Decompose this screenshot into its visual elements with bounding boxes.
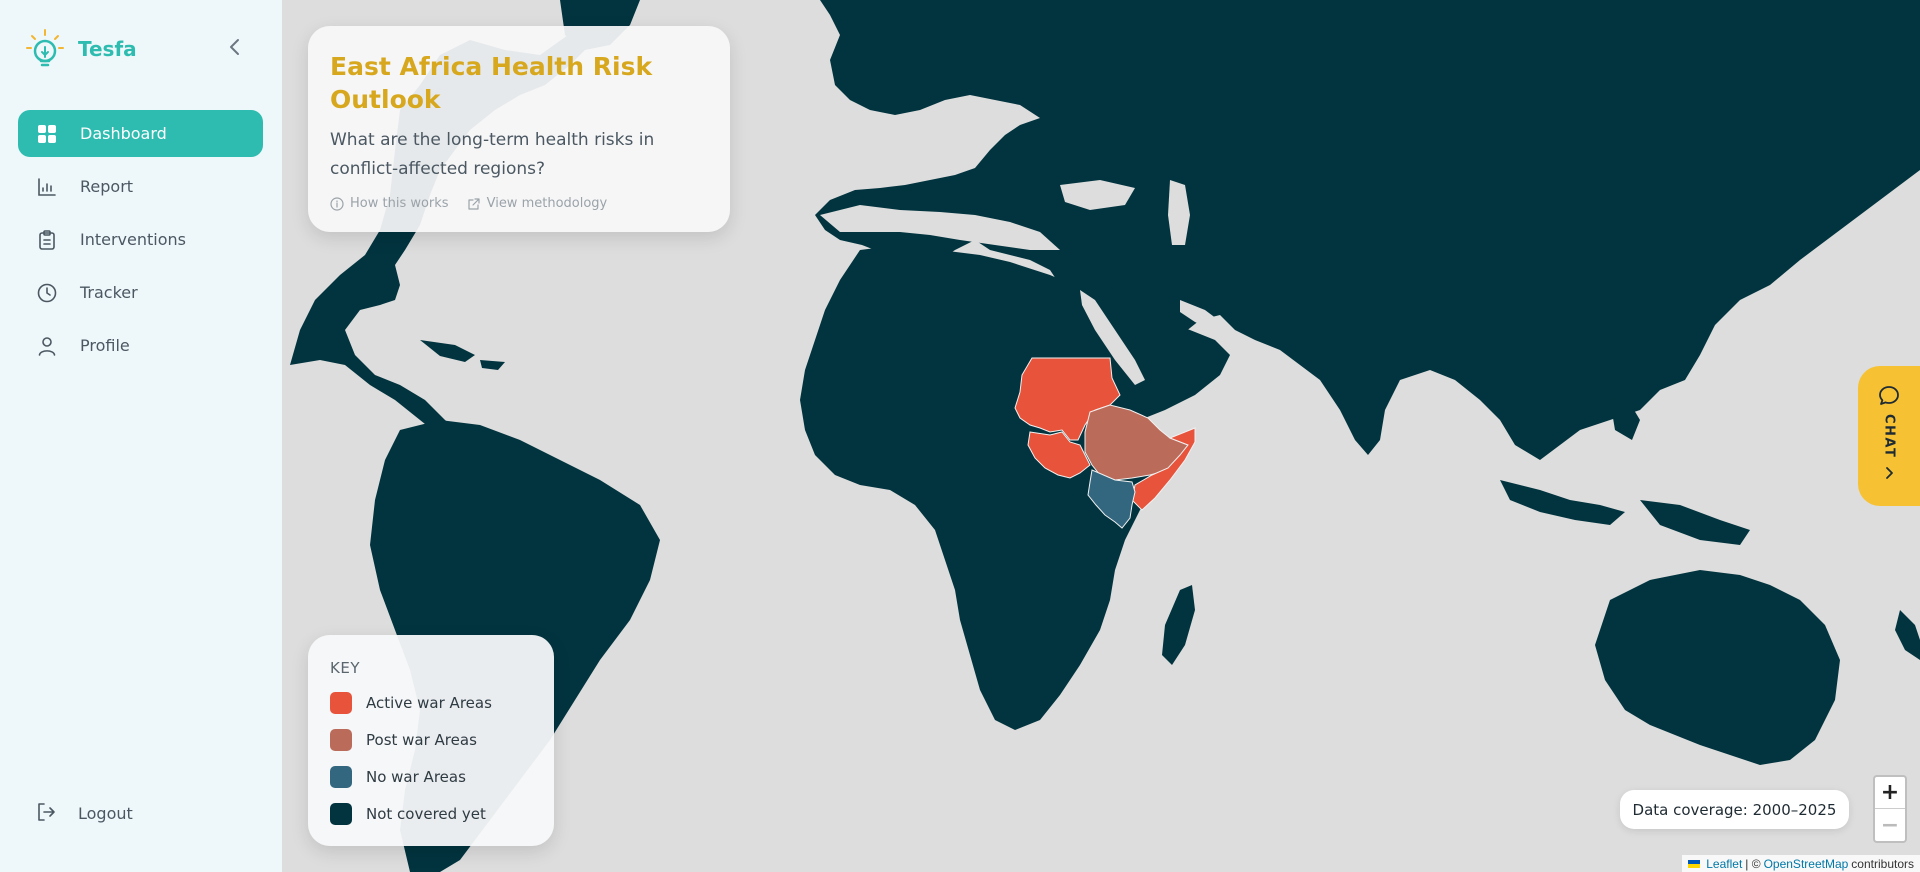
view-methodology-label: View methodology [486, 196, 608, 211]
sidebar-item-label: Report [80, 177, 134, 196]
legend-label: Not covered yet [366, 805, 486, 823]
chat-label: CHAT [1881, 414, 1897, 459]
chat-bubble-icon [1879, 386, 1899, 405]
sidebar-item-label: Profile [80, 336, 130, 355]
brand[interactable]: Tesfa [24, 28, 137, 70]
how-this-works-link[interactable]: How this works [330, 196, 449, 211]
legend-label: Active war Areas [366, 694, 492, 712]
leaflet-link[interactable]: Leaflet [1706, 857, 1742, 871]
bar-chart-icon [36, 176, 58, 198]
lightbulb-icon [26, 29, 64, 67]
legend-title: KEY [330, 659, 360, 677]
attribution-separator: | © [1745, 856, 1761, 871]
chevron-right-icon [1886, 467, 1893, 480]
zoom-in-button[interactable]: + [1875, 777, 1905, 809]
title-card-links: How this works View methodology [330, 196, 708, 211]
legend-swatch-not-covered [330, 803, 352, 825]
sidebar-item-interventions[interactable]: Interventions [18, 216, 263, 263]
legend-label: No war Areas [366, 768, 466, 786]
legend-item: Post war Areas [330, 729, 532, 751]
sidebar-item-report[interactable]: Report [18, 163, 263, 210]
user-icon [36, 335, 58, 357]
brand-name: Tesfa [78, 37, 137, 61]
grid-icon [36, 123, 58, 145]
title-card: East Africa Health Risk Outlook What are… [308, 26, 730, 232]
caribbean-landmass [420, 340, 505, 370]
legend-swatch-post-war [330, 729, 352, 751]
legend-label: Post war Areas [366, 731, 477, 749]
legend-item: No war Areas [330, 766, 532, 788]
sidebar-item-label: Interventions [80, 230, 186, 249]
how-this-works-label: How this works [350, 196, 449, 211]
logout-icon [36, 802, 56, 826]
sidebar: Tesfa Dashboard Report Interventions Tra… [0, 0, 282, 872]
external-link-icon [467, 197, 480, 210]
sidebar-item-dashboard[interactable]: Dashboard [18, 110, 263, 157]
attribution-suffix: contributors [1851, 856, 1914, 871]
view-methodology-link[interactable]: View methodology [467, 196, 608, 211]
chat-tab[interactable]: CHAT [1858, 366, 1920, 506]
clipboard-icon [36, 229, 58, 251]
chevron-left-icon [230, 39, 239, 55]
sidebar-item-label: Tracker [80, 283, 138, 302]
collapse-sidebar-button[interactable] [222, 34, 248, 60]
clock-icon [36, 282, 58, 304]
page-question: What are the long-term health risks in c… [330, 130, 655, 179]
sidebar-nav: Dashboard Report Interventions Tracker P… [18, 110, 263, 375]
zoom-out-button[interactable]: − [1875, 809, 1905, 841]
logout-label: Logout [78, 804, 133, 823]
zoom-control: + − [1873, 775, 1907, 843]
legend-item: Not covered yet [330, 803, 532, 825]
madagascar-landmass [1162, 585, 1195, 665]
legend-swatch-no-war [330, 766, 352, 788]
sidebar-item-tracker[interactable]: Tracker [18, 269, 263, 316]
new-zealand-landmass [1895, 610, 1920, 660]
logout-button[interactable]: Logout [18, 790, 263, 837]
sidebar-item-label: Dashboard [80, 124, 167, 143]
sidebar-item-profile[interactable]: Profile [18, 322, 263, 369]
australia-landmass [1595, 570, 1840, 765]
data-coverage-badge: Data coverage: 2000–2025 [1620, 790, 1849, 829]
map-legend: KEY Active war Areas Post war Areas No w… [308, 635, 554, 846]
openstreetmap-link[interactable]: OpenStreetMap [1764, 857, 1849, 871]
legend-swatch-active-war [330, 692, 352, 714]
info-icon [330, 196, 344, 211]
map-attribution: Leaflet | © OpenStreetMap contributors [1682, 855, 1920, 872]
page-title: East Africa Health Risk Outlook [330, 52, 653, 114]
ukraine-flag-icon [1688, 859, 1701, 868]
legend-item: Active war Areas [330, 692, 532, 714]
